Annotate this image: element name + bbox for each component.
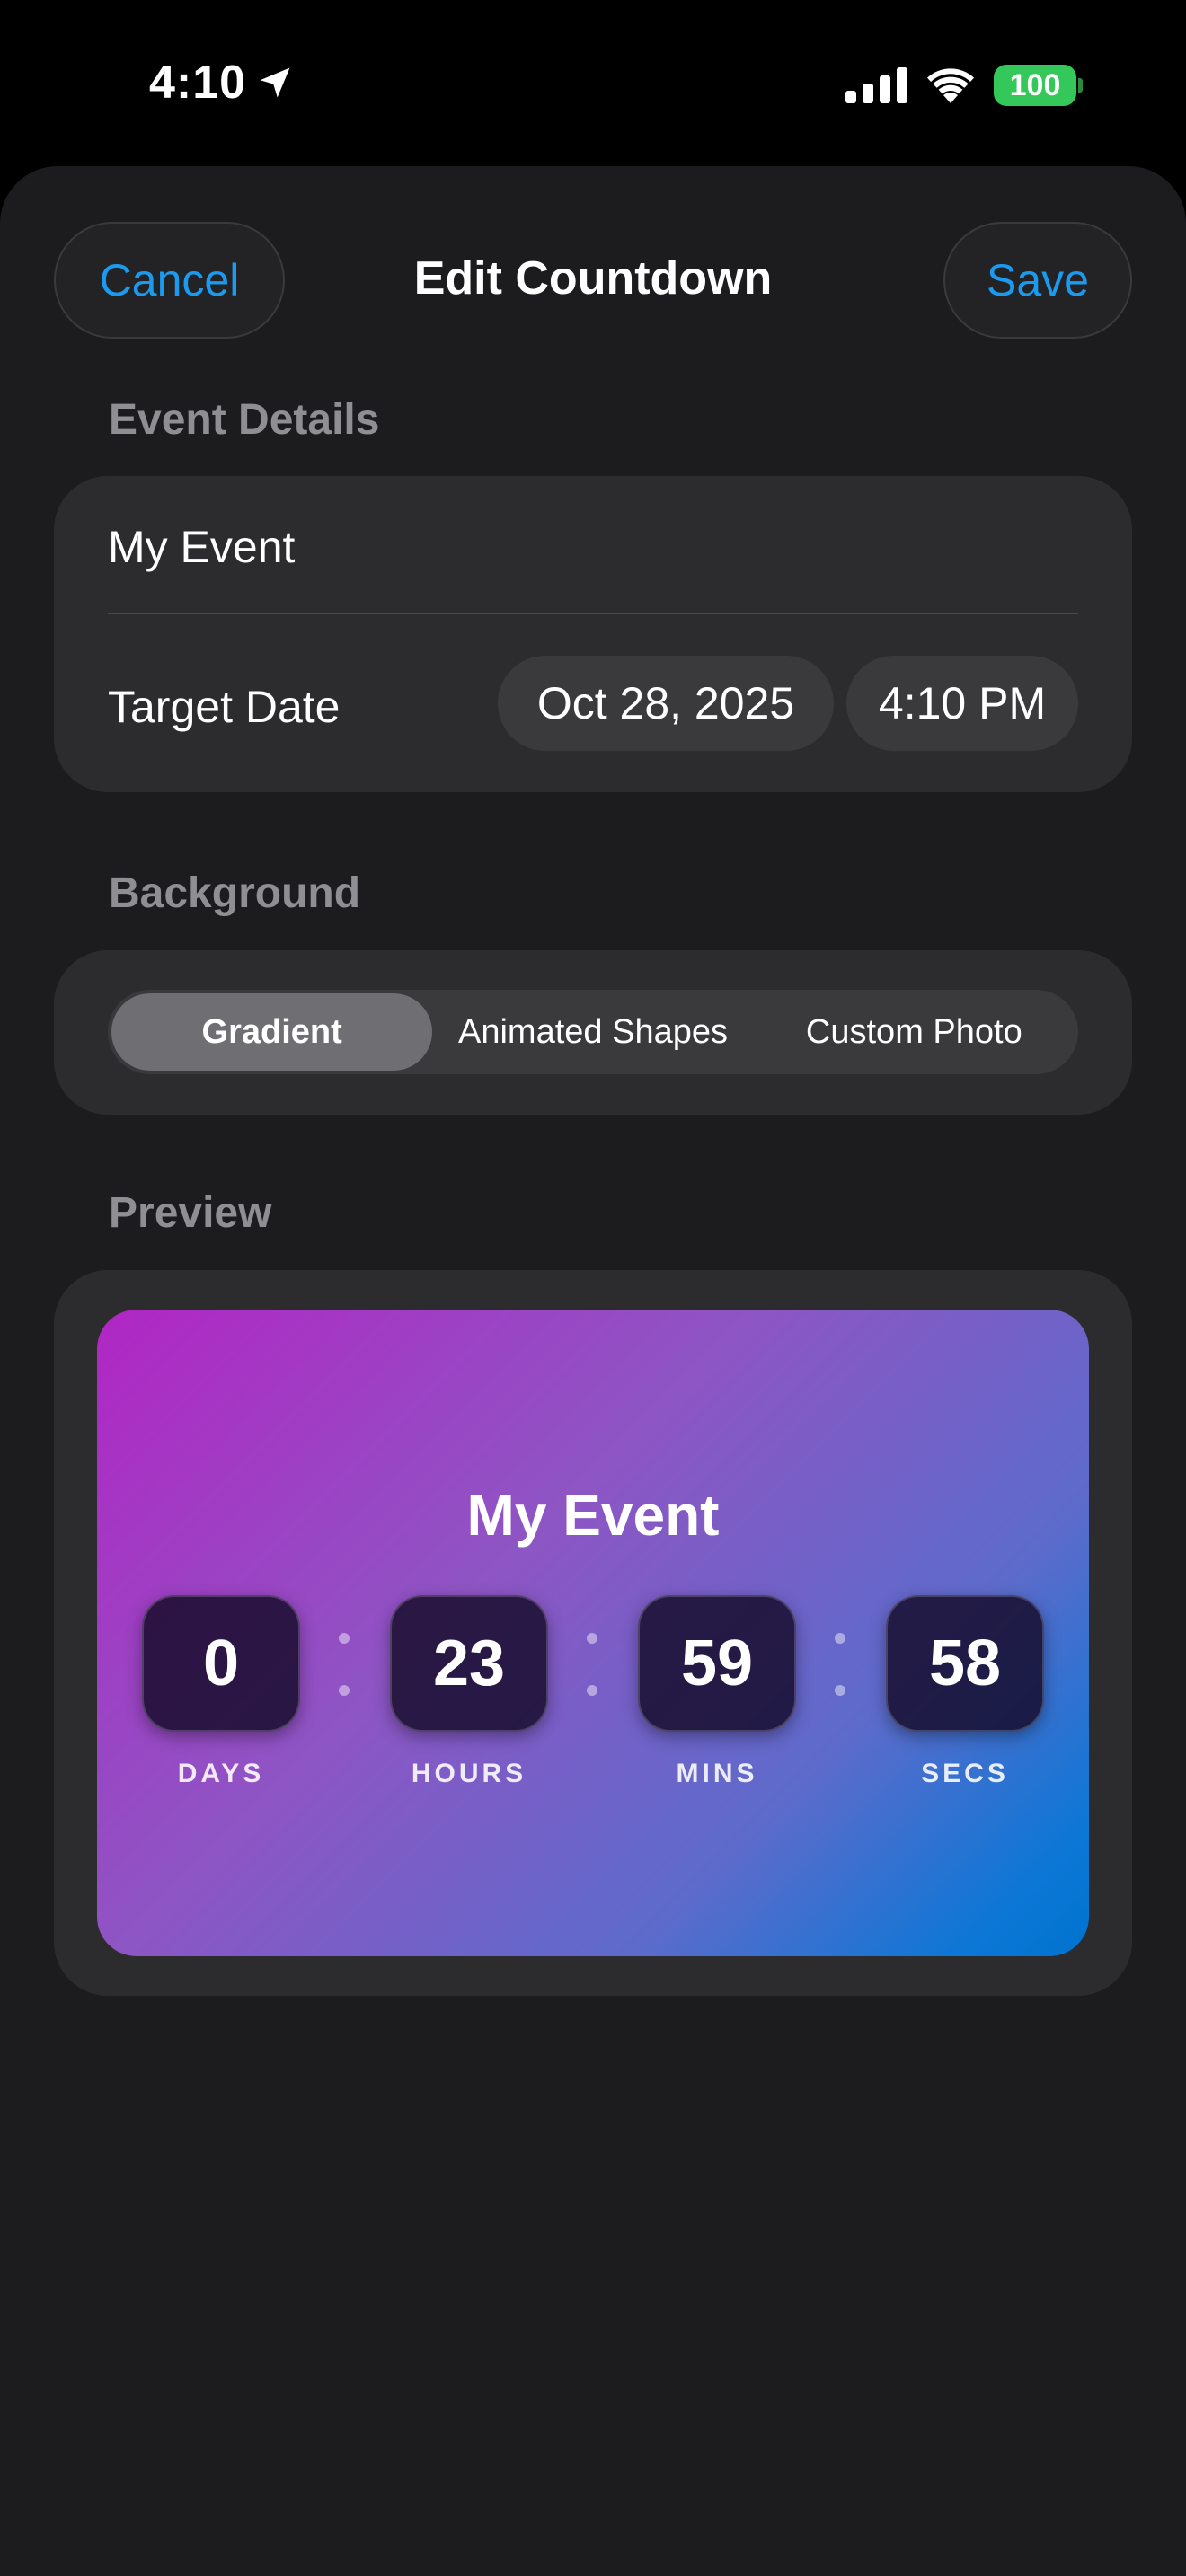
days-label: DAYS <box>177 1759 265 1788</box>
edit-countdown-sheet: Cancel Edit Countdown Save Event Details… <box>0 166 1186 2576</box>
event-details-card: My Event Target Date Oct 28, 2025 4:10 P… <box>54 476 1132 792</box>
background-segmented-control: Gradient Animated Shapes Custom Photo <box>108 990 1078 1074</box>
countdown-preview: My Event 0 DAYS 23 HOURS 59 MINS 58 SECS <box>97 1310 1089 1956</box>
segment-gradient[interactable]: Gradient <box>111 993 433 1071</box>
event-name-input[interactable]: My Event <box>108 521 295 573</box>
preview-header: Preview <box>109 1189 272 1237</box>
target-date-label: Target Date <box>108 682 341 732</box>
status-time: 4:10 <box>149 56 295 110</box>
separator-colon <box>586 1633 598 1696</box>
background-card: Gradient Animated Shapes Custom Photo <box>54 950 1132 1115</box>
days-value: 0 <box>142 1595 300 1732</box>
countdown-unit-days: 0 DAYS <box>142 1595 300 1789</box>
background-header: Background <box>109 869 361 917</box>
hours-value: 23 <box>390 1595 548 1732</box>
segment-animated-shapes[interactable]: Animated Shapes <box>432 993 753 1071</box>
divider <box>108 613 1078 614</box>
secs-label: SECS <box>921 1759 1009 1788</box>
location-arrow-icon <box>260 67 290 98</box>
status-indicators: 100 <box>845 65 1083 106</box>
preview-event-title: My Event <box>466 1483 720 1548</box>
status-time-text: 4:10 <box>149 57 247 109</box>
countdown-unit-secs: 58 SECS <box>886 1595 1044 1789</box>
mins-label: MINS <box>676 1759 758 1788</box>
countdown-unit-mins: 59 MINS <box>638 1595 796 1789</box>
status-bar: 4:10 100 <box>0 0 1186 171</box>
preview-card: My Event 0 DAYS 23 HOURS 59 MINS 58 SECS <box>54 1270 1132 1996</box>
secs-value: 58 <box>886 1595 1044 1732</box>
wifi-icon <box>927 68 974 103</box>
mins-value: 59 <box>638 1595 796 1732</box>
segment-custom-photo[interactable]: Custom Photo <box>754 993 1075 1071</box>
event-details-header: Event Details <box>109 396 380 444</box>
countdown-unit-hours: 23 HOURS <box>390 1595 548 1789</box>
separator-colon <box>338 1633 350 1696</box>
cellular-signal-icon <box>845 67 907 103</box>
hours-label: HOURS <box>411 1759 527 1788</box>
battery-level: 100 <box>1009 67 1061 102</box>
save-button[interactable]: Save <box>943 222 1132 339</box>
time-picker-button[interactable]: 4:10 PM <box>846 656 1078 751</box>
battery-icon: 100 <box>994 65 1083 106</box>
date-picker-button[interactable]: Oct 28, 2025 <box>498 656 834 751</box>
separator-colon <box>834 1633 846 1696</box>
